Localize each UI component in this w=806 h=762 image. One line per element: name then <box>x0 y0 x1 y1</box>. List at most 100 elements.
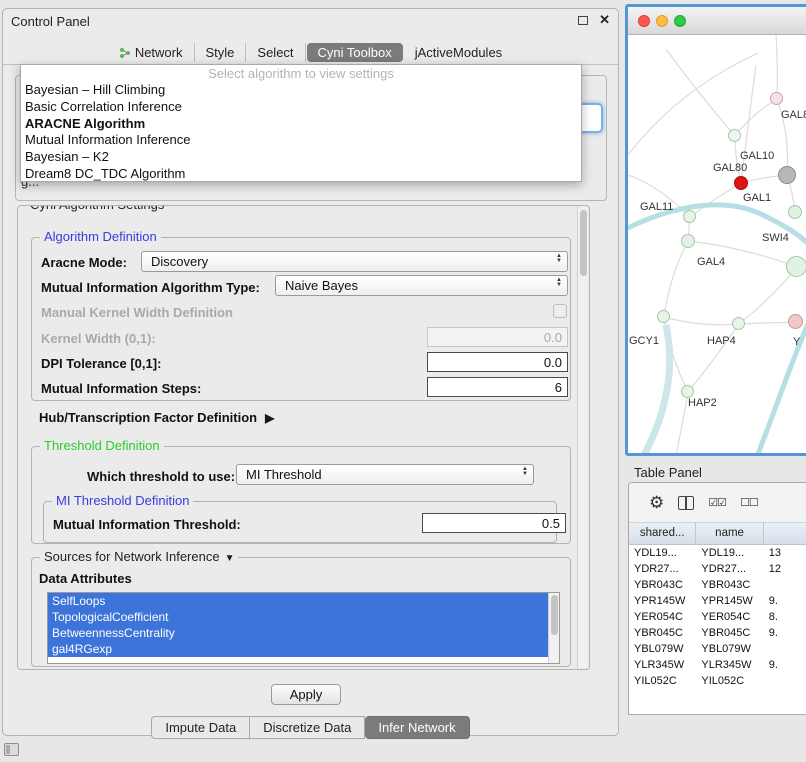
list-scrollbar[interactable] <box>548 593 559 663</box>
table-row[interactable]: YBL079WYBL079W <box>629 641 806 657</box>
network-node-red[interactable] <box>734 176 748 190</box>
network-node[interactable] <box>728 129 741 142</box>
dropdown-item[interactable]: Bayesian – Hill Climbing <box>21 82 581 99</box>
cell[interactable]: YPR145W <box>629 593 696 609</box>
table-row[interactable]: YER054CYER054C8. <box>629 609 806 625</box>
gear-icon[interactable] <box>649 493 664 513</box>
dropdown-item-selected[interactable]: ARACNE Algorithm <box>21 116 581 133</box>
mi-type-select[interactable]: Naive Bayes <box>275 275 568 296</box>
network-node-pink[interactable] <box>788 314 803 329</box>
cell[interactable]: YBL079W <box>629 641 696 657</box>
expand-arrow-icon[interactable] <box>265 411 274 425</box>
cell[interactable]: YER054C <box>696 609 763 625</box>
cell[interactable]: YER054C <box>629 609 696 625</box>
traffic-light-zoom-icon[interactable] <box>674 15 686 27</box>
table-toolbar <box>629 483 806 523</box>
network-node[interactable] <box>788 205 802 219</box>
cell[interactable]: 8. <box>764 609 806 625</box>
cell[interactable]: YIL052C <box>696 673 763 689</box>
network-node[interactable] <box>657 310 670 323</box>
cell[interactable] <box>764 577 806 593</box>
cell[interactable]: 9. <box>764 593 806 609</box>
table-row[interactable]: YIL052CYIL052C <box>629 673 806 689</box>
cell[interactable]: YDL19... <box>696 545 763 561</box>
dpi-tolerance-field[interactable] <box>427 352 568 372</box>
cell[interactable]: YBR043C <box>696 577 763 593</box>
network-node[interactable] <box>786 256 806 277</box>
scrollbar-thumb[interactable] <box>551 595 558 635</box>
cell[interactable]: 12 <box>764 561 806 577</box>
table-row[interactable]: YBR043CYBR043C <box>629 577 806 593</box>
dropdown-item[interactable]: Basic Correlation Inference <box>21 99 581 116</box>
sources-toggle[interactable]: Sources for Network Inference <box>40 549 238 564</box>
table-row[interactable]: YDR27...YDR27...12 <box>629 561 806 577</box>
attribute-item[interactable]: gal4RGexp <box>48 641 559 657</box>
data-attributes-list: SelfLoops TopologicalCoefficient Between… <box>47 592 560 664</box>
tab-discretize-data[interactable]: Discretize Data <box>250 716 365 739</box>
cell[interactable]: YBR045C <box>696 625 763 641</box>
cell[interactable]: YBR045C <box>629 625 696 641</box>
column-header[interactable] <box>764 523 806 544</box>
cell[interactable]: 9. <box>764 625 806 641</box>
attribute-item[interactable]: BetweennessCentrality <box>48 625 559 641</box>
cell[interactable]: YLR345W <box>696 657 763 673</box>
table-row[interactable]: YPR145WYPR145W9. <box>629 593 806 609</box>
network-node[interactable] <box>732 317 745 330</box>
column-header[interactable]: shared... <box>629 523 696 544</box>
mi-threshold-field[interactable] <box>422 513 566 533</box>
tab-label: jActiveModules <box>415 45 502 60</box>
apply-button[interactable]: Apply <box>271 684 341 705</box>
collapsed-panel-icon[interactable] <box>4 743 19 756</box>
columns-icon[interactable] <box>678 496 694 510</box>
dropdown-item[interactable]: Bayesian – K2 <box>21 149 581 166</box>
network-node[interactable] <box>770 92 783 105</box>
table-row[interactable]: YBR045CYBR045C9. <box>629 625 806 641</box>
dropdown-placeholder: Select algorithm to view settings <box>21 65 581 82</box>
tab-network[interactable]: Network <box>108 43 195 62</box>
collapse-arrow-icon[interactable] <box>225 553 235 564</box>
attribute-item[interactable]: TopologicalCoefficient <box>48 609 559 625</box>
hub-definition-toggle[interactable]: Hub/Transcription Factor Definition <box>39 410 274 425</box>
network-node[interactable] <box>683 210 696 223</box>
dropdown-item[interactable]: Mutual Information Inference <box>21 132 581 149</box>
kernel-width-label: Kernel Width (0,1): <box>41 331 156 346</box>
close-icon[interactable] <box>599 12 610 28</box>
checked-boxes-icon[interactable] <box>708 496 726 509</box>
traffic-light-minimize-icon[interactable] <box>656 15 668 27</box>
cell[interactable]: YBL079W <box>696 641 763 657</box>
aracne-mode-select[interactable]: Discovery <box>141 251 568 272</box>
traffic-light-close-icon[interactable] <box>638 15 650 27</box>
attribute-item[interactable]: SelfLoops <box>48 593 559 609</box>
cell[interactable]: YDR27... <box>696 561 763 577</box>
which-threshold-select[interactable]: MI Threshold <box>236 464 534 485</box>
cell[interactable] <box>764 673 806 689</box>
scrollbar-thumb[interactable] <box>580 210 587 276</box>
mi-steps-field[interactable] <box>427 377 568 397</box>
table-row[interactable]: YLR345WYLR345W9. <box>629 657 806 673</box>
cell[interactable]: YIL052C <box>629 673 696 689</box>
network-canvas[interactable]: GAL8 GAL80 GAL10 GAL11 GAL1 SWI4 GAL4 GC… <box>628 35 806 453</box>
tab-infer-network[interactable]: Infer Network <box>365 716 469 739</box>
column-header[interactable]: name <box>696 523 763 544</box>
tab-cyni-toolbox[interactable]: Cyni Toolbox <box>307 43 403 62</box>
settings-scrollbar[interactable] <box>577 207 588 668</box>
cell[interactable] <box>764 641 806 657</box>
cell[interactable]: YPR145W <box>696 593 763 609</box>
cell[interactable]: YBR043C <box>629 577 696 593</box>
node-label: HAP4 <box>707 335 736 347</box>
tab-jactivemodules[interactable]: jActiveModules <box>404 43 513 62</box>
network-node-gray[interactable] <box>778 166 796 184</box>
cell[interactable]: 13 <box>764 545 806 561</box>
empty-boxes-icon[interactable] <box>740 496 758 509</box>
cell[interactable]: 9. <box>764 657 806 673</box>
tab-style[interactable]: Style <box>195 43 247 62</box>
tab-select[interactable]: Select <box>246 43 305 62</box>
dropdown-item[interactable]: Dream8 DC_TDC Algorithm <box>21 166 581 183</box>
float-icon[interactable] <box>578 16 588 25</box>
tab-impute-data[interactable]: Impute Data <box>151 716 250 739</box>
network-node[interactable] <box>681 234 695 248</box>
cell[interactable]: YLR345W <box>629 657 696 673</box>
cell[interactable]: YDR27... <box>629 561 696 577</box>
cell[interactable]: YDL19... <box>629 545 696 561</box>
table-row[interactable]: YDL19...YDL19...13 <box>629 545 806 561</box>
